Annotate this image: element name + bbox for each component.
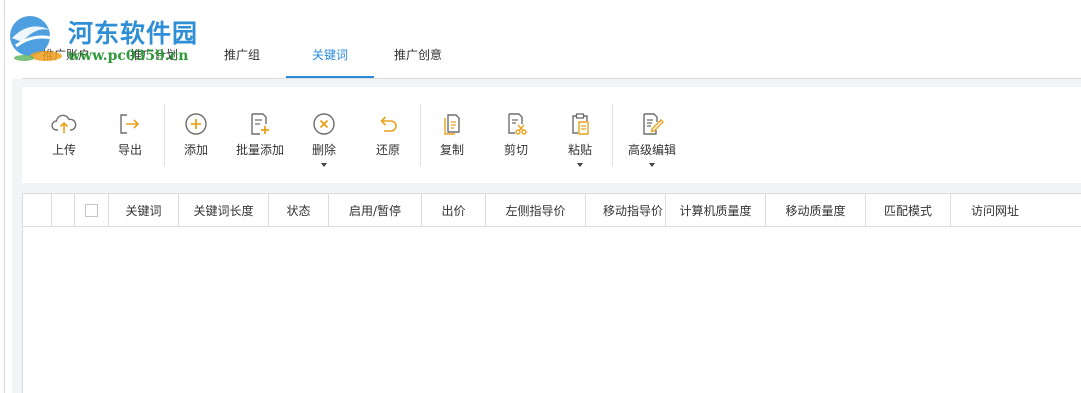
add-button[interactable]: 添加 [176, 87, 216, 183]
row-indicator-header [23, 194, 52, 226]
advanced-edit-icon [643, 113, 664, 135]
batch-add-button[interactable]: 批量添加 [232, 87, 288, 183]
column-header[interactable]: 左侧指导价 [486, 194, 586, 226]
batch-add-label: 批量添加 [235, 143, 284, 157]
chevron-down-icon[interactable] [321, 163, 327, 167]
column-header-label: 访问网址 [971, 203, 1020, 218]
column-header-label: 移动指导价 [602, 203, 663, 218]
column-header[interactable]: 关键词 [109, 194, 179, 226]
copy-icon [444, 114, 460, 135]
delete-label: 删除 [311, 143, 336, 157]
logo-mark-icon [10, 16, 62, 61]
column-header-label: 关键词 [125, 203, 162, 218]
toolbar-separator [612, 104, 613, 166]
tab-label: 关键词 [311, 48, 348, 62]
tab-label: 推广创意 [393, 48, 442, 62]
toolbar: 上传 导出 添加 批量添加 删除 还原 复制 剪切 粘贴 高级编辑 [22, 87, 1081, 183]
column-header[interactable]: 状态 [269, 194, 329, 226]
upload-cloud-icon [51, 114, 77, 133]
watermark-title: 河东软件园 [68, 19, 199, 48]
advanced-edit-label: 高级编辑 [627, 143, 676, 157]
restore-button[interactable]: 还原 [368, 87, 408, 183]
column-header[interactable]: 出价 [422, 194, 486, 226]
tab-label: 推广组 [223, 48, 260, 62]
paste-icon [572, 113, 589, 135]
column-header-label: 出价 [441, 203, 466, 218]
cut-button[interactable]: 剪切 [496, 87, 536, 183]
column-header[interactable]: 启用/暂停 [329, 194, 422, 226]
column-header-label: 匹配模式 [883, 203, 932, 218]
app-left-border [4, 0, 5, 393]
column-header-label: 移动质量度 [785, 203, 846, 218]
add-circle-icon [185, 113, 207, 135]
export-button[interactable]: 导出 [110, 87, 150, 183]
export-label: 导出 [117, 143, 142, 157]
column-header[interactable]: 移动质量度 [766, 194, 866, 226]
column-header[interactable]: 关键词长度 [179, 194, 269, 226]
watermark-logo: 河东软件园 www.pc0359.cn [6, 8, 216, 70]
toolbar-separator [164, 104, 165, 166]
upload-button[interactable]: 上传 [44, 87, 84, 183]
chevron-down-icon[interactable] [577, 163, 583, 167]
tab-keywords[interactable]: 关键词 [286, 34, 374, 78]
column-header-label: 启用/暂停 [348, 203, 402, 218]
add-label: 添加 [183, 143, 208, 157]
delete-circle-icon [313, 113, 335, 135]
column-header[interactable]: 匹配模式 [866, 194, 951, 226]
tab-creative[interactable]: 推广创意 [374, 34, 462, 78]
column-header[interactable]: 计算机质量度 [666, 194, 766, 226]
column-header[interactable]: 移动指导价 [586, 194, 666, 226]
undo-icon [380, 116, 397, 132]
column-header-label: 左侧指导价 [505, 203, 566, 218]
export-icon [120, 114, 140, 134]
cut-label: 剪切 [503, 143, 528, 157]
table-header: 关键词 关键词长度 状态 启用/暂停 出价 左侧指导价 移动指导价 计算机质量度… [23, 193, 1081, 227]
column-header-label: 关键词长度 [193, 203, 254, 218]
column-header-label: 计算机质量度 [679, 203, 752, 218]
delete-button[interactable]: 删除 [304, 87, 344, 183]
advanced-edit-button[interactable]: 高级编辑 [624, 87, 680, 183]
select-all-cell [75, 194, 109, 226]
row-number-header [52, 194, 75, 226]
keywords-table: 关键词 关键词长度 状态 启用/暂停 出价 左侧指导价 移动指导价 计算机质量度… [22, 193, 1081, 393]
cut-icon [508, 113, 527, 135]
copy-label: 复制 [439, 143, 464, 157]
chevron-down-icon[interactable] [649, 163, 655, 167]
copy-button[interactable]: 复制 [432, 87, 472, 183]
paste-button[interactable]: 粘贴 [560, 87, 600, 183]
column-header[interactable]: 访问网址 [951, 194, 1081, 226]
batch-add-icon [251, 113, 269, 135]
column-header-label: 状态 [286, 203, 311, 218]
toolbar-separator [420, 104, 421, 166]
upload-label: 上传 [51, 143, 76, 157]
paste-label: 粘贴 [567, 143, 592, 157]
select-all-checkbox[interactable] [85, 203, 98, 217]
watermark-url: www.pc0359.cn [68, 48, 189, 64]
restore-label: 还原 [375, 143, 400, 157]
